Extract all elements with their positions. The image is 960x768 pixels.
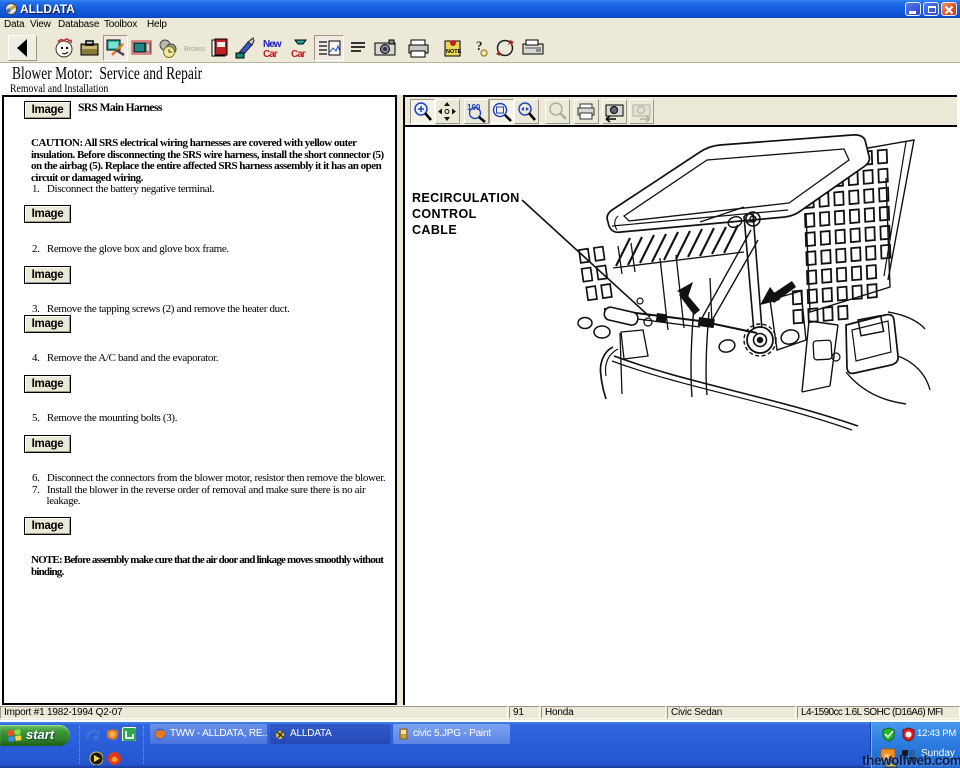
svg-text:CONTROL: CONTROL — [412, 207, 477, 221]
svg-text:RECIRCULATION: RECIRCULATION — [412, 191, 520, 205]
svg-text:NOTE: NOTE — [446, 49, 462, 55]
svg-text:CABLE: CABLE — [412, 223, 457, 237]
svg-text:Car: Car — [291, 49, 306, 60]
svg-text:Car: Car — [263, 49, 278, 60]
svg-text:A: A — [508, 40, 513, 47]
svg-text:Browse: Browse — [184, 46, 205, 53]
